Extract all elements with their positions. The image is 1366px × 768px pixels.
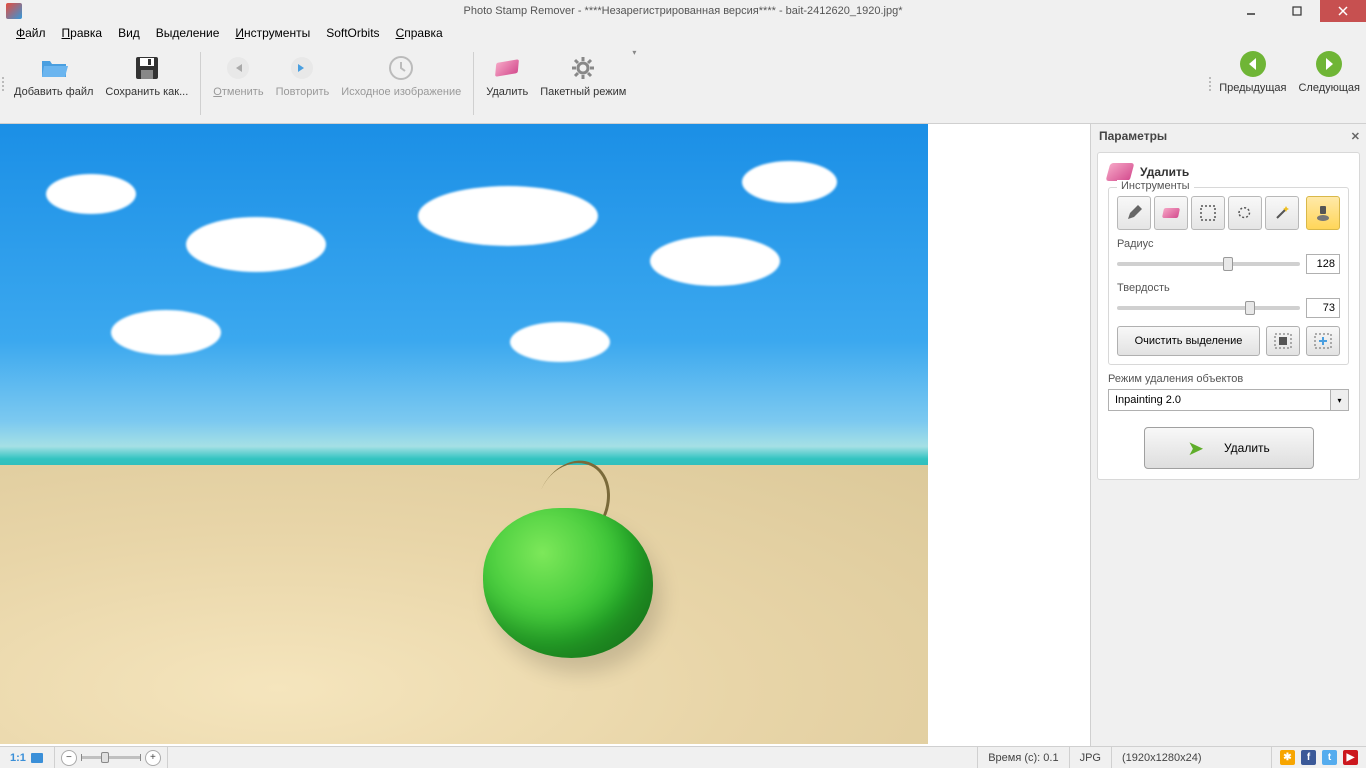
social-links: ✱ f t ▶ (1272, 750, 1366, 765)
window-controls (1228, 0, 1366, 22)
zoom-out-button[interactable]: − (61, 750, 77, 766)
status-bar: 1:1 − + Время (c): 0.1 JPG (1920x1280x24… (0, 746, 1366, 768)
save-selection-button[interactable] (1266, 326, 1300, 356)
facebook-icon[interactable]: f (1301, 750, 1316, 765)
close-button[interactable] (1320, 0, 1366, 22)
previous-button[interactable]: Предыдущая (1213, 44, 1292, 123)
radius-input[interactable] (1306, 254, 1340, 274)
menu-file[interactable]: Файл (8, 26, 54, 40)
folder-open-icon (38, 52, 70, 84)
delete-button[interactable]: Удалить (480, 48, 534, 103)
undo-button[interactable]: Отменить (207, 48, 269, 103)
toolbar-overflow-button[interactable]: ▾ (632, 48, 644, 65)
rss-icon[interactable]: ✱ (1280, 750, 1295, 765)
status-time: Время (c): 0.1 (978, 747, 1069, 768)
panel-close-button[interactable]: ✕ (1351, 130, 1360, 143)
menu-tools[interactable]: Инструменты (227, 26, 318, 40)
menu-view[interactable]: Вид (110, 26, 148, 40)
fit-screen-icon[interactable] (30, 752, 44, 764)
gear-icon (567, 52, 599, 84)
next-icon (1313, 48, 1345, 80)
add-file-button[interactable]: Добавить файл (8, 48, 99, 103)
eraser-icon (1106, 163, 1135, 181)
prev-icon (1237, 48, 1269, 80)
window-title: Photo Stamp Remover - ****Незарегистриро… (464, 5, 903, 17)
menu-bar: Файл Правка Вид Выделение Инструменты So… (0, 22, 1366, 44)
magic-wand-tool-button[interactable] (1265, 196, 1299, 230)
eraser-icon (491, 52, 523, 84)
status-dimensions: (1920x1280x24) (1112, 747, 1272, 768)
clone-stamp-tool-button[interactable] (1306, 196, 1340, 230)
title-bar: Photo Stamp Remover - ****Незарегистриро… (0, 0, 1366, 22)
minimize-button[interactable] (1228, 0, 1274, 22)
workspace: Параметры ✕ Удалить Инструменты Радиус (0, 124, 1366, 746)
canvas-image (0, 124, 928, 744)
parameters-panel: Параметры ✕ Удалить Инструменты Радиус (1090, 124, 1366, 746)
zoom-in-button[interactable]: + (145, 750, 161, 766)
save-icon (131, 52, 163, 84)
remove-button[interactable]: ➤ Удалить (1144, 427, 1314, 469)
undo-icon (222, 52, 254, 84)
hardness-slider[interactable] (1117, 306, 1300, 310)
save-as-button[interactable]: Сохранить как... (99, 48, 194, 103)
toolbar: Добавить файл Сохранить как... Отменить … (0, 44, 1366, 124)
lasso-tool-button[interactable] (1228, 196, 1262, 230)
maximize-button[interactable] (1274, 0, 1320, 22)
chevron-down-icon[interactable]: ▾ (1331, 389, 1349, 411)
menu-softorbits[interactable]: SoftOrbits (318, 26, 387, 40)
pencil-tool-button[interactable] (1117, 196, 1151, 230)
status-spacer (168, 747, 978, 768)
zoom-ratio[interactable]: 1:1 (0, 747, 55, 768)
delete-section: Удалить Инструменты Радиус Твердость (1097, 152, 1360, 480)
eraser-tool-button[interactable] (1154, 196, 1188, 230)
batch-mode-button[interactable]: Пакетный режим (534, 48, 632, 103)
panel-header: Параметры ✕ (1091, 124, 1366, 148)
removal-mode-combo[interactable]: ▾ (1108, 389, 1349, 411)
next-button[interactable]: Следующая (1292, 44, 1366, 123)
redo-button[interactable]: Повторить (270, 48, 336, 103)
original-image-button[interactable]: Исходное изображение (335, 48, 467, 103)
status-format: JPG (1070, 747, 1112, 768)
hardness-input[interactable] (1306, 298, 1340, 318)
clear-selection-button[interactable]: Очистить выделение (1117, 326, 1260, 356)
menu-selection[interactable]: Выделение (148, 26, 228, 40)
redo-icon (286, 52, 318, 84)
radius-slider[interactable] (1117, 262, 1300, 266)
youtube-icon[interactable]: ▶ (1343, 750, 1358, 765)
rect-select-tool-button[interactable] (1191, 196, 1225, 230)
twitter-icon[interactable]: t (1322, 750, 1337, 765)
load-selection-button[interactable] (1306, 326, 1340, 356)
zoom-slider[interactable] (81, 756, 141, 759)
arrow-right-icon: ➤ (1187, 436, 1204, 461)
clock-icon (385, 52, 417, 84)
app-icon (6, 3, 22, 19)
menu-edit[interactable]: Правка (54, 26, 111, 40)
zoom-control: − + (55, 747, 168, 768)
canvas-area[interactable] (0, 124, 1090, 746)
menu-help[interactable]: Справка (388, 26, 451, 40)
